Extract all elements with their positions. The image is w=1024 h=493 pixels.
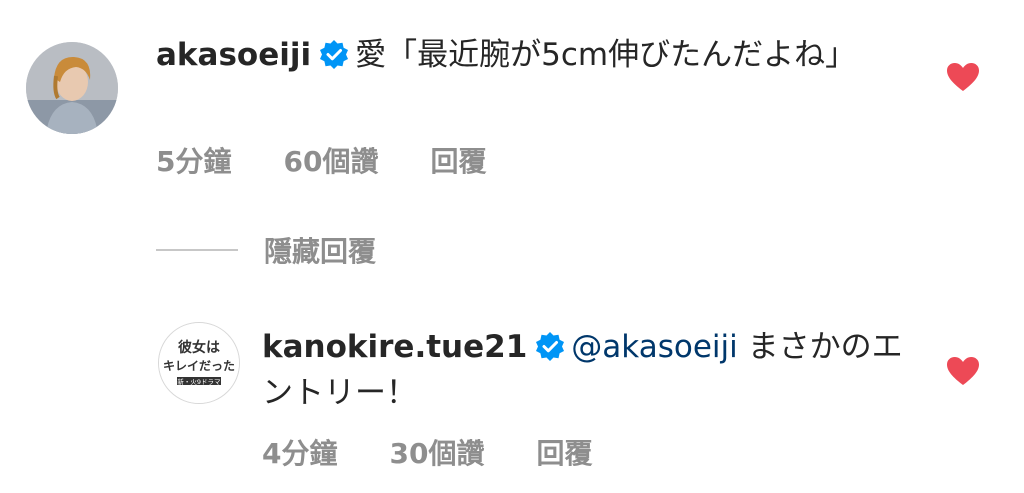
- drama-logo: 彼女は キレイだった 新・火9ドラマ: [159, 323, 239, 403]
- comment-time: 4分鐘: [262, 437, 338, 470]
- svg-text:彼女は: 彼女は: [178, 339, 220, 356]
- avatar-akasoeiji[interactable]: [26, 42, 118, 134]
- verified-badge-icon: [536, 332, 565, 361]
- comment-body-1: akasoeiji 愛「最近腕が5cm伸びたんだよね」: [156, 32, 901, 78]
- heart-icon[interactable]: [946, 356, 980, 386]
- comment-username[interactable]: kanokire.tue21: [262, 329, 527, 365]
- svg-text:新・火9ドラマ: 新・火9ドラマ: [177, 377, 221, 386]
- comment-username[interactable]: akasoeiji: [156, 37, 311, 73]
- comment-meta-1: 5分鐘 60個讚 回覆: [156, 140, 486, 180]
- comment-time: 5分鐘: [156, 145, 232, 178]
- reply-button[interactable]: 回覆: [430, 140, 486, 180]
- hide-replies-toggle[interactable]: 隱藏回覆: [156, 230, 376, 270]
- svg-text:キレイだった: キレイだった: [163, 359, 235, 373]
- avatar-kanokire[interactable]: 彼女は キレイだった 新・火9ドラマ: [158, 322, 240, 404]
- comment-text: 愛「最近腕が5cm伸びたんだよね」: [355, 37, 857, 73]
- comment-likes[interactable]: 60個讚: [283, 140, 378, 180]
- verified-badge-icon: [320, 40, 349, 69]
- divider: [156, 249, 238, 251]
- comment-likes[interactable]: 30個讚: [389, 432, 484, 472]
- comment-meta-2: 4分鐘 30個讚 回覆: [262, 432, 592, 472]
- comment-body-2: kanokire.tue21 @akasoeiji まさかのエントリー！: [262, 324, 912, 416]
- hide-replies-label[interactable]: 隱藏回覆: [264, 230, 376, 270]
- heart-icon[interactable]: [946, 62, 980, 92]
- reply-button[interactable]: 回覆: [536, 432, 592, 472]
- mention-link[interactable]: @akasoeiji: [571, 329, 737, 365]
